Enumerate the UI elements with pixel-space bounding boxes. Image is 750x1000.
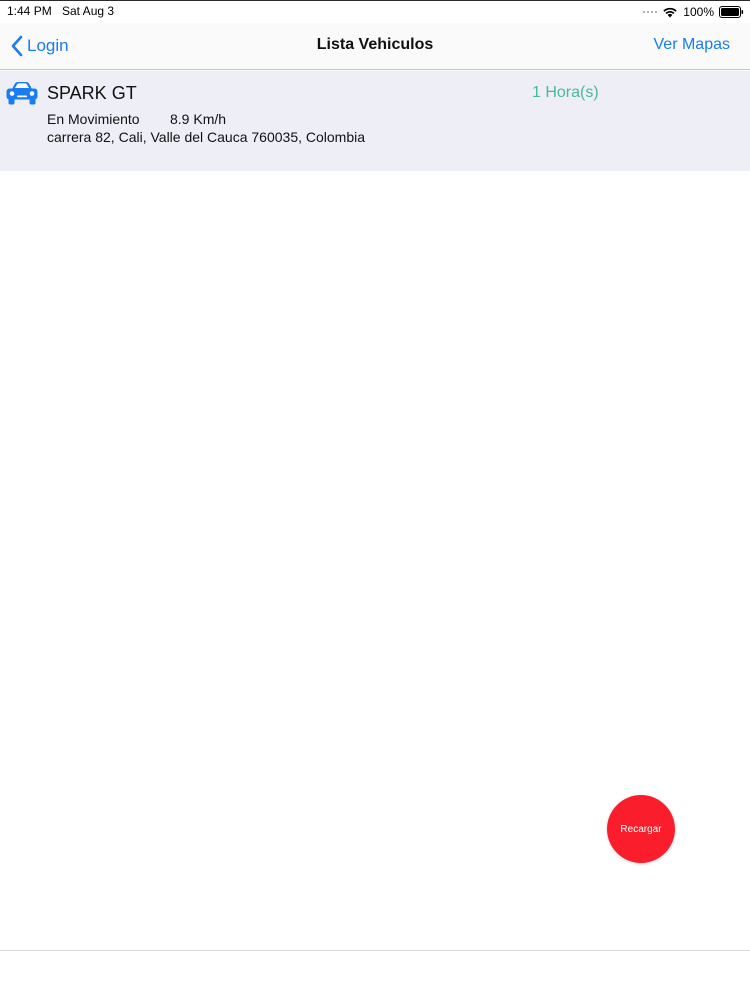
vehicle-name: SPARK GT — [47, 83, 137, 103]
vehicle-status: En Movimiento — [47, 111, 140, 127]
ver-mapas-button[interactable]: Ver Mapas — [654, 36, 730, 54]
status-indicators: 100% — [643, 3, 744, 20]
status-time: 1:44 PM — [7, 4, 52, 18]
recargar-button-label: Recargar — [620, 823, 662, 835]
navigation-bar: Login Lista Vehiculos Ver Mapas — [0, 23, 750, 70]
page-title: Lista Vehiculos — [316, 36, 434, 53]
car-icon — [6, 82, 38, 105]
vehicle-speed: 8.9 Km/h — [170, 111, 227, 127]
status-date: Sat Aug 3 — [62, 4, 115, 18]
signal-icon — [643, 10, 658, 13]
battery-icon — [719, 5, 744, 18]
battery-percentage: 100% — [683, 4, 714, 19]
recargar-button[interactable]: Recargar — [607, 795, 675, 863]
vehicle-time-ago: 1 Hora(s) — [532, 84, 599, 101]
vehicle-address: carrera 82, Cali, Valle del Cauca 760035… — [47, 129, 366, 145]
status-bar: 1:44 PM Sat Aug 3 100% — [0, 1, 750, 23]
list-item[interactable]: SPARK GT 1 Hora(s) En Movimiento 8.9 Km/… — [0, 71, 750, 171]
wifi-icon — [663, 7, 677, 17]
bottom-toolbar — [0, 950, 750, 1000]
screen: 1:44 PM Sat Aug 3 100% Login Lista Vehic… — [0, 0, 750, 1000]
